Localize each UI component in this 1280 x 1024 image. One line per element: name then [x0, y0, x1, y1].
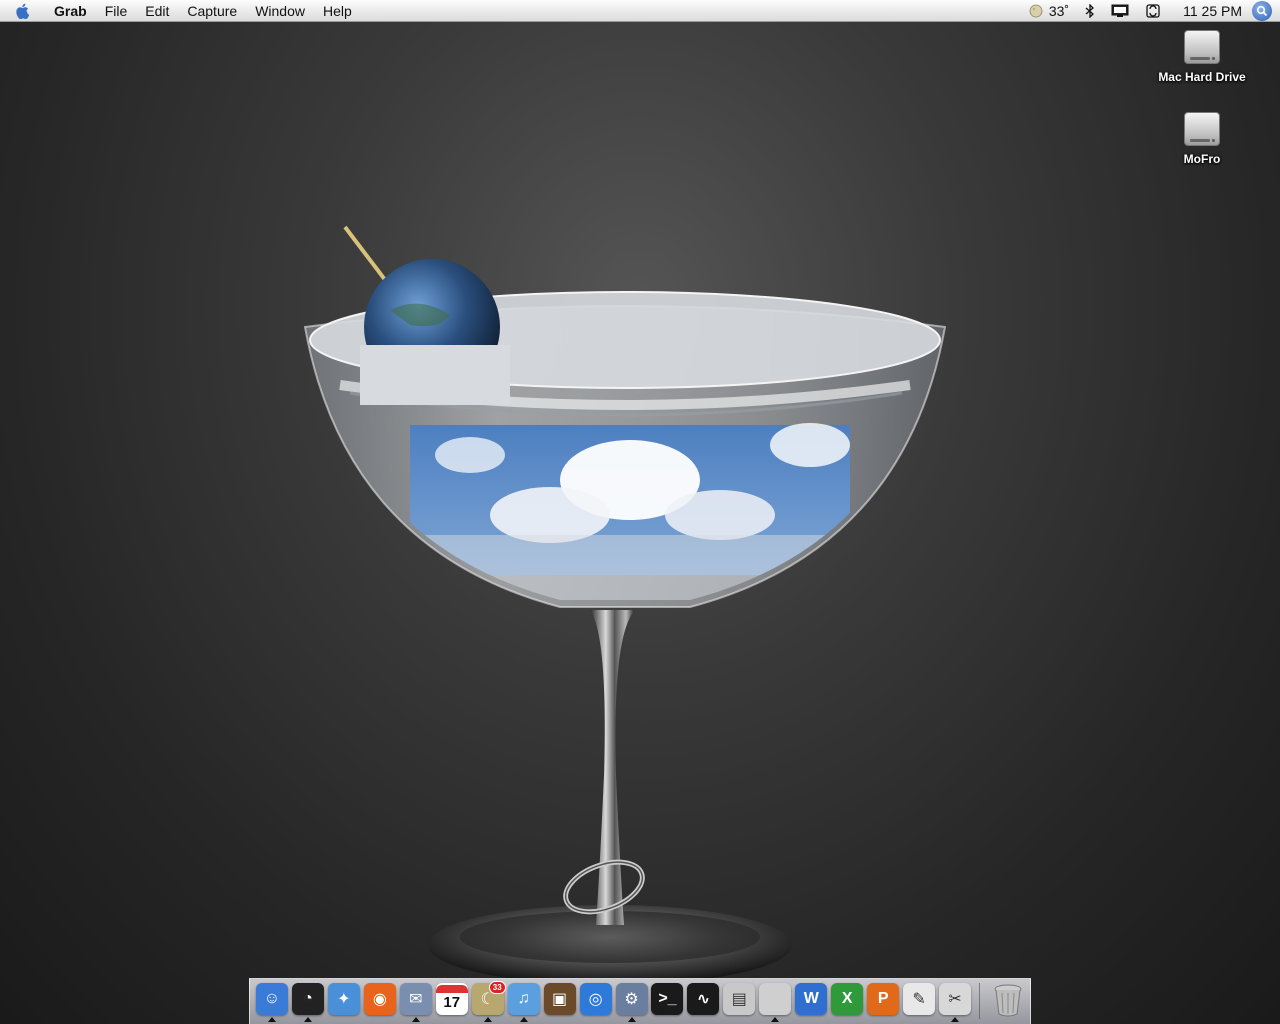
dock-item-weather-moon[interactable]: ☾ 33: [470, 981, 506, 1023]
hard-drive-icon: [1184, 28, 1220, 66]
dock-item-excel[interactable]: X: [829, 983, 865, 1023]
dock-badge: 33: [488, 981, 506, 994]
grab-icon: ✂: [939, 983, 972, 1015]
dock-item-activity-monitor[interactable]: ∿: [685, 983, 721, 1023]
sysprefs-icon: ⚙: [615, 983, 648, 1015]
running-indicator: [483, 1017, 492, 1022]
powerpoint-icon: P: [867, 983, 900, 1015]
bluetooth-status[interactable]: [1077, 0, 1103, 22]
apple-menu[interactable]: [0, 0, 44, 22]
dock-item-finder[interactable]: ☺: [254, 983, 290, 1023]
running-indicator: [519, 1017, 528, 1022]
dock-item-firefox[interactable]: ◉: [362, 983, 398, 1023]
dock-item-apple-store[interactable]: [757, 983, 793, 1023]
menu-app-name[interactable]: Grab: [44, 0, 96, 22]
dock-item-pen-tool[interactable]: ✎: [901, 983, 937, 1023]
pen-tool-icon: ✎: [903, 983, 936, 1015]
running-indicator: [411, 1017, 420, 1022]
itunes-icon: ♫: [507, 983, 540, 1015]
desktop-icon-label: MoFro: [1183, 152, 1221, 166]
sync-icon: [1146, 3, 1160, 18]
dock-item-grab[interactable]: ✂: [937, 983, 973, 1023]
dock-item-dashboard[interactable]: ◔: [290, 983, 326, 1023]
running-indicator: [267, 1017, 276, 1022]
moon-icon: [1029, 4, 1043, 17]
menu-edit[interactable]: Edit: [136, 0, 178, 22]
dock-item-sysprefs[interactable]: ⚙: [614, 983, 650, 1023]
running-indicator: [771, 1017, 780, 1022]
firefox-icon: ◉: [363, 983, 396, 1015]
dock-item-safari[interactable]: ✦: [326, 983, 362, 1023]
display-icon: [1111, 4, 1129, 17]
dock-item-terminal[interactable]: >_: [649, 983, 685, 1023]
trash-icon: [994, 984, 1022, 1017]
menu-extras: 33˚ 11 25 PM: [1021, 0, 1280, 22]
dock-item-ichat[interactable]: ◎: [578, 983, 614, 1023]
iphoto-icon: ▣: [543, 983, 576, 1015]
dock-item-itunes[interactable]: ♫: [506, 983, 542, 1023]
mail-icon: ✉: [399, 983, 432, 1015]
dock-item-mail[interactable]: ✉: [398, 983, 434, 1023]
dashboard-icon: ◔: [291, 983, 324, 1015]
word-icon: W: [795, 983, 828, 1015]
running-indicator: [951, 1017, 960, 1022]
menu-clock[interactable]: 11 25 PM: [1169, 3, 1252, 19]
terminal-icon: >_: [651, 983, 684, 1015]
menu-file[interactable]: File: [96, 0, 137, 22]
dock-item-trash[interactable]: [990, 983, 1026, 1023]
desktop-icon-label: Mac Hard Drive: [1158, 70, 1246, 84]
menu-help[interactable]: Help: [314, 0, 361, 22]
running-indicator: [303, 1017, 312, 1022]
dock-item-ical[interactable]: 17: [434, 983, 470, 1023]
dock: ☺ ◔ ✦ ◉ ✉ 17 ☾ 33 ♫ ▣ ◎ ⚙ >_ ∿ ▤ W X P ✎ ✂: [249, 978, 1031, 1024]
weather-status[interactable]: 33˚: [1021, 0, 1077, 22]
spotlight-button[interactable]: [1252, 0, 1272, 21]
excel-icon: X: [831, 983, 864, 1015]
sync-status[interactable]: [1137, 0, 1169, 22]
menu-bar: Grab File Edit Capture Window Help 33˚ 1…: [0, 0, 1280, 22]
activity-monitor-icon: ∿: [687, 983, 720, 1015]
dock-item-iphoto[interactable]: ▣: [542, 983, 578, 1023]
hard-drive-icon: [1184, 110, 1220, 148]
dock-item-word[interactable]: W: [793, 983, 829, 1023]
dock-item-printer[interactable]: ▤: [721, 983, 757, 1023]
weather-temperature: 33˚: [1048, 2, 1070, 19]
apple-store-icon: [759, 983, 792, 1015]
safari-icon: ✦: [327, 983, 360, 1015]
menu-window[interactable]: Window: [246, 0, 314, 22]
finder-icon: ☺: [255, 983, 288, 1015]
wallpaper-martini-glass: [303, 225, 947, 980]
display-status[interactable]: [1103, 0, 1137, 22]
menu-capture[interactable]: Capture: [178, 0, 246, 22]
dock-separator: [979, 983, 981, 1019]
running-indicator: [627, 1017, 636, 1022]
bluetooth-icon: [1085, 3, 1095, 18]
apple-icon: [16, 3, 29, 19]
dock-item-powerpoint[interactable]: P: [865, 983, 901, 1023]
spotlight-icon: [1256, 5, 1268, 16]
desktop-icon-mac-hard-drive[interactable]: Mac Hard Drive: [1142, 28, 1262, 84]
printer-icon: ▤: [723, 983, 756, 1015]
desktop-icon-mofro[interactable]: MoFro: [1142, 110, 1262, 166]
ichat-icon: ◎: [579, 983, 612, 1015]
ical-icon: 17: [435, 983, 468, 1015]
